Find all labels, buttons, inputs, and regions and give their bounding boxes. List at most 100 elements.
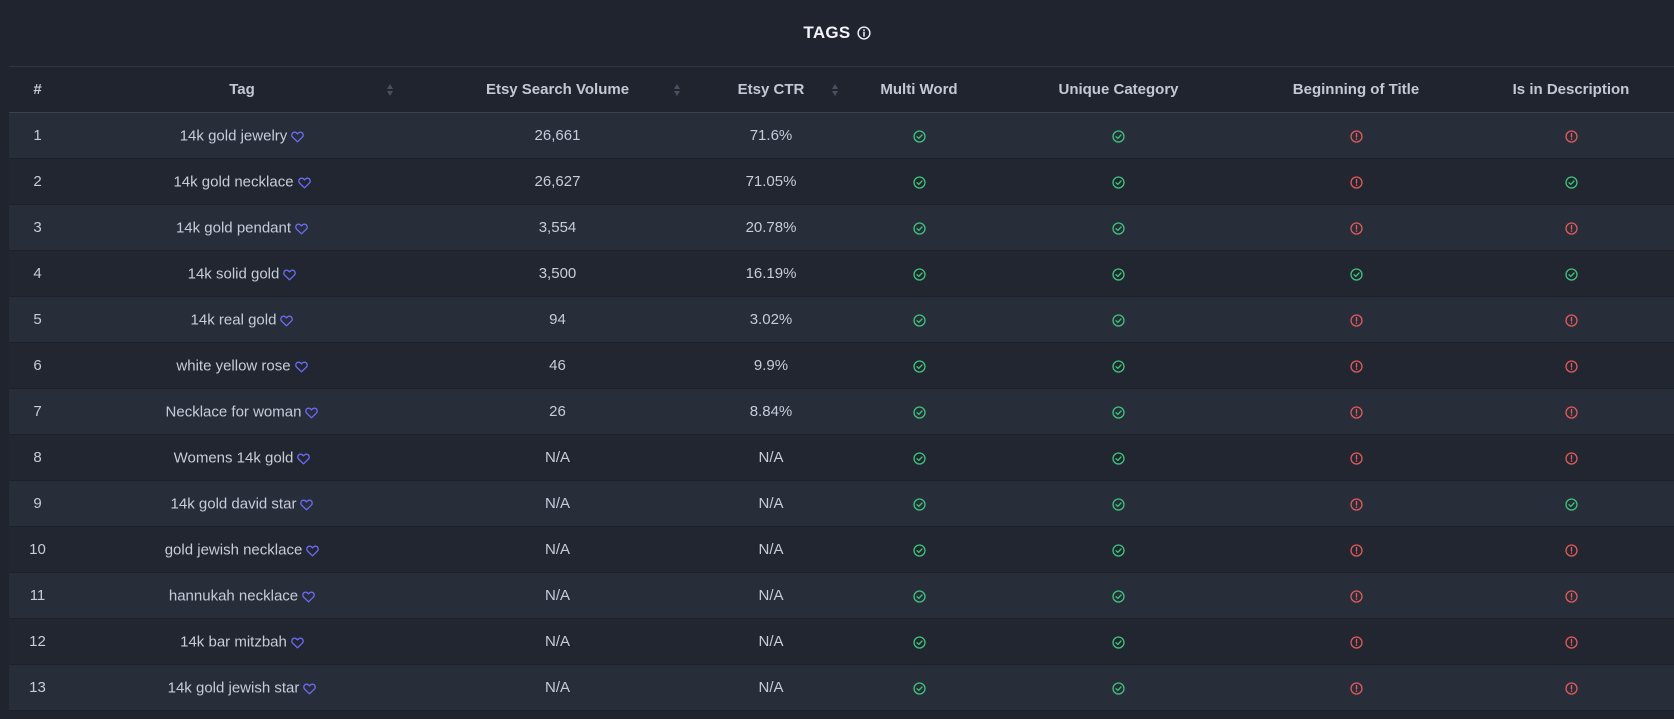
search-volume-cell: 3,500 [538, 265, 577, 282]
alert-circle-icon [1349, 543, 1363, 557]
heart-icon[interactable] [283, 268, 297, 281]
beginning-of-title-cell [1244, 251, 1468, 297]
heart-icon[interactable] [305, 406, 319, 419]
sort-icon[interactable] [831, 82, 839, 98]
ctr-cell: 8.84% [749, 403, 793, 420]
column-header-beginning-of-title: Beginning of Title [1244, 66, 1468, 113]
alert-circle-icon [1349, 451, 1363, 465]
beginning-of-title-cell [1244, 113, 1468, 159]
check-circle-icon [1112, 405, 1125, 419]
search-volume-cell: N/A [544, 679, 570, 696]
multi-word-cell [845, 297, 993, 343]
tag-label: 14k solid gold [187, 265, 280, 283]
alert-circle-icon [1349, 175, 1363, 189]
heart-icon[interactable] [302, 590, 315, 603]
heart-icon[interactable] [294, 360, 308, 373]
heart-icon[interactable] [297, 176, 311, 189]
beginning-of-title-cell [1244, 573, 1468, 619]
check-circle-icon [912, 589, 926, 603]
check-circle-icon [912, 497, 926, 511]
tag-label: 14k gold necklace [173, 173, 294, 191]
multi-word-cell [845, 619, 993, 665]
tag-cell: 14k real gold [66, 297, 418, 343]
multi-word-cell [845, 389, 993, 435]
ctr-cell: 71.05% [745, 173, 797, 190]
unique-category-cell [993, 113, 1244, 159]
column-header-search-volume[interactable]: Etsy Search Volume [418, 66, 697, 113]
tag-cell: 14k gold necklace [66, 159, 418, 205]
table-row: 6 white yellow rose 46 9.9% [9, 342, 1674, 389]
multi-word-cell [845, 481, 993, 527]
sort-icon[interactable] [386, 82, 394, 98]
check-circle-icon [1564, 175, 1578, 189]
table-row: 5 14k real gold 94 3.02% [9, 296, 1674, 343]
unique-category-cell [993, 343, 1244, 389]
alert-circle-icon [1564, 681, 1578, 695]
multi-word-cell [845, 159, 993, 205]
column-header-label: Tag [229, 81, 255, 98]
heart-icon[interactable] [295, 222, 308, 235]
in-description-cell [1468, 665, 1674, 711]
multi-word-cell [845, 527, 993, 573]
row-number: 9 [33, 495, 42, 512]
tag-label: Necklace for woman [165, 403, 302, 421]
table-body: 1 14k gold jewelry 26,661 71.6% 2 14k gold ne… [9, 112, 1674, 711]
row-number: 13 [29, 679, 46, 696]
info-icon[interactable] [856, 26, 871, 40]
heart-icon[interactable] [306, 544, 320, 557]
check-circle-icon [912, 129, 926, 143]
heart-icon[interactable] [297, 452, 311, 465]
row-number: 6 [33, 357, 42, 374]
heart-icon[interactable] [300, 498, 314, 511]
multi-word-cell [845, 113, 993, 159]
multi-word-cell [845, 205, 993, 251]
row-number: 1 [33, 127, 42, 144]
tag-cell: 14k gold jewish star [66, 665, 418, 711]
heart-icon[interactable] [291, 130, 305, 143]
tag-label: 14k gold jewelry [179, 127, 288, 145]
column-header-in-description: Is in Description [1468, 66, 1674, 113]
alert-circle-icon [1349, 635, 1363, 649]
check-circle-icon [912, 359, 926, 373]
check-circle-icon [912, 543, 926, 557]
in-description-cell [1468, 113, 1674, 159]
check-circle-icon [1112, 359, 1125, 373]
check-circle-icon [912, 313, 926, 327]
in-description-cell [1468, 481, 1674, 527]
check-circle-icon [1112, 221, 1125, 235]
tag-cell: Womens 14k gold [66, 435, 418, 481]
check-circle-icon [1112, 313, 1125, 327]
tag-label: 14k gold david star [170, 495, 297, 513]
column-header-tag[interactable]: Tag [66, 66, 418, 113]
table-row: 13 14k gold jewish star N/A N/A [9, 664, 1674, 711]
column-header-label: Unique Category [1058, 81, 1179, 98]
in-description-cell [1468, 343, 1674, 389]
heart-icon[interactable] [280, 314, 294, 327]
search-volume-cell: 94 [549, 311, 566, 328]
column-header-ctr[interactable]: Etsy CTR [697, 66, 845, 113]
row-number: 2 [33, 173, 42, 190]
heart-icon[interactable] [303, 682, 317, 695]
in-description-cell [1468, 159, 1674, 205]
tag-label: Womens 14k gold [173, 449, 294, 467]
beginning-of-title-cell [1244, 343, 1468, 389]
alert-circle-icon [1564, 359, 1578, 373]
row-number: 11 [29, 587, 46, 604]
row-number: 5 [33, 311, 42, 328]
beginning-of-title-cell [1244, 205, 1468, 251]
table-row: 3 14k gold pendant 3,554 20.78% [9, 204, 1674, 251]
sort-icon[interactable] [673, 82, 681, 98]
table-row: 10 gold jewish necklace N/A N/A [9, 526, 1674, 573]
alert-circle-icon [1564, 129, 1578, 143]
table-row: 4 14k solid gold 3,500 16.19% [9, 250, 1674, 297]
alert-circle-icon [1564, 405, 1578, 419]
tag-label: 14k gold pendant [175, 219, 292, 237]
heart-icon[interactable] [290, 636, 304, 649]
alert-circle-icon [1349, 681, 1363, 695]
in-description-cell [1468, 389, 1674, 435]
search-volume-cell: N/A [544, 541, 570, 558]
unique-category-cell [993, 435, 1244, 481]
tag-label: gold jewish necklace [164, 541, 303, 559]
check-circle-icon [912, 681, 926, 695]
tag-label: 14k bar mitzbah [180, 633, 287, 651]
